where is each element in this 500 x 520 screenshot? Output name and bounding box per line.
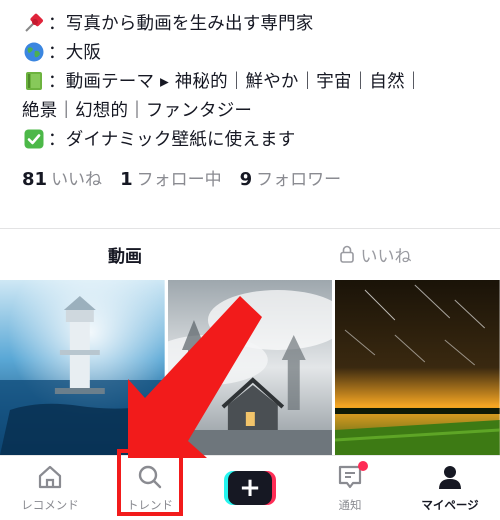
pushpin-icon <box>22 12 46 34</box>
bio-text: ：写真から動画を生み出す専門家 <box>48 14 314 34</box>
following-label: フォロー中 <box>136 170 222 190</box>
green-book-icon <box>22 70 46 92</box>
nav-profile[interactable]: マイページ <box>400 456 500 520</box>
likes-stat[interactable]: 81 いいね <box>22 165 102 190</box>
bio-text: ：ダイナミック壁紙に使えます <box>48 130 296 150</box>
bio-line-themes-cont: 絶景｜幻想的｜ファンタジー <box>22 95 492 124</box>
video-thumbnail-misty-cabin[interactable] <box>167 280 333 455</box>
nav-profile-label: マイページ <box>421 497 479 512</box>
bio-text: 絶景｜幻想的｜ファンタジー <box>22 101 253 121</box>
nav-create[interactable]: + <box>200 456 300 520</box>
likes-count: 81 <box>22 169 48 190</box>
person-icon <box>436 464 464 494</box>
tab-likes[interactable]: いいね <box>250 229 500 279</box>
lock-icon <box>339 245 355 263</box>
following-stat[interactable]: 1 フォロー中 <box>120 165 222 190</box>
followers-stat[interactable]: 9 フォロワー <box>240 165 342 190</box>
followers-label: フォロワー <box>256 170 342 190</box>
notification-badge <box>358 461 368 471</box>
bio-text: ：大阪 <box>48 43 102 63</box>
nav-inbox[interactable]: 通知 <box>300 456 400 520</box>
globe-icon <box>22 41 46 63</box>
bio-line-location: ：大阪 <box>22 37 492 66</box>
create-button[interactable]: + <box>224 471 276 505</box>
check-mark-button-icon <box>22 128 46 150</box>
tab-likes-label: いいね <box>360 246 412 267</box>
annotation-highlight-box <box>117 449 183 516</box>
profile-bio: ：写真から動画を生み出す専門家 ：大阪 ：動画テーマ ▸ 神秘的｜鮮やか｜宇宙｜… <box>22 8 492 153</box>
bio-text: ：動画テーマ ▸ 神秘的｜鮮やか｜宇宙｜自然｜ <box>48 72 423 92</box>
likes-label: いいね <box>51 170 103 190</box>
bottom-nav: レコメンド トレンド + 通知 マイページ <box>0 455 500 520</box>
tab-videos-label: 動画 <box>108 246 142 267</box>
plus-icon: + <box>228 471 272 505</box>
nav-inbox-label: 通知 <box>338 497 362 512</box>
nav-recommend-label: レコメンド <box>21 497 79 512</box>
nav-recommend[interactable]: レコメンド <box>0 456 100 520</box>
video-thumbnail-lighthouse[interactable] <box>0 280 165 455</box>
bio-line-profession: ：写真から動画を生み出す専門家 <box>22 8 492 37</box>
profile-tabs: 動画 いいね <box>0 229 500 279</box>
bio-line-wallpaper: ：ダイナミック壁紙に使えます <box>22 124 492 153</box>
bio-line-themes: ：動画テーマ ▸ 神秘的｜鮮やか｜宇宙｜自然｜ <box>22 66 492 95</box>
tab-videos[interactable]: 動画 <box>0 229 250 279</box>
followers-count: 9 <box>239 169 253 190</box>
video-grid <box>0 280 500 455</box>
home-icon <box>36 464 64 494</box>
following-count: 1 <box>120 169 133 190</box>
profile-stats: 81 いいね 1 フォロー中 9 フォロワー <box>22 165 359 190</box>
video-thumbnail-meteor-field[interactable] <box>335 280 500 455</box>
